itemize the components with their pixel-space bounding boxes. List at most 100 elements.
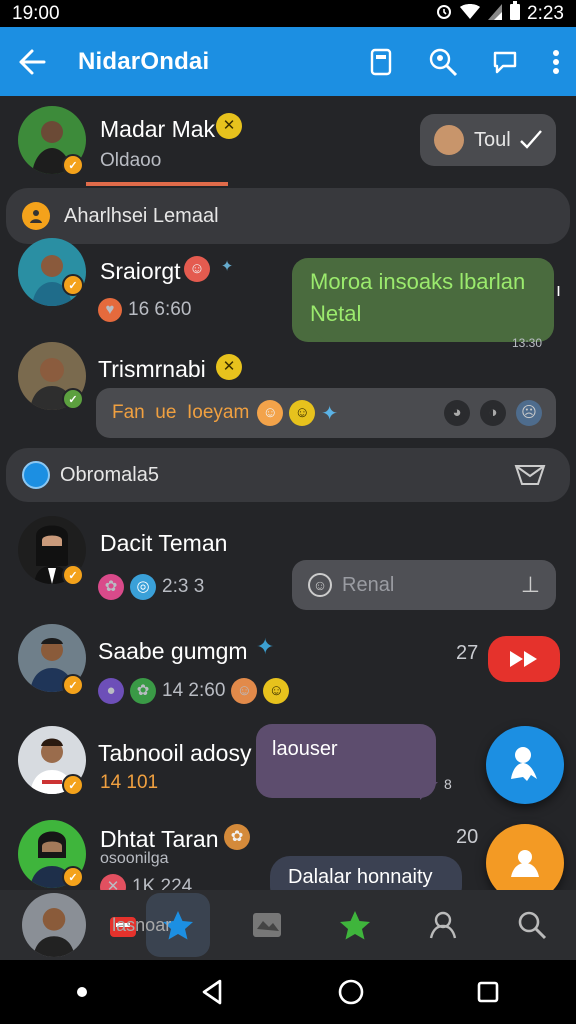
message-icon [252, 913, 281, 937]
section-label: Aharlhsei Lemaal [64, 204, 219, 227]
nav-home-icon[interactable] [338, 979, 364, 1005]
emoji-icon: ✦ [256, 634, 275, 659]
nav-back-icon[interactable] [200, 979, 224, 1005]
contact-sub: ✕ 1K 224 [100, 874, 192, 890]
input-text: Fan ue Ioeyam [112, 402, 250, 423]
contact-sub-text: 14 2:60 [162, 680, 226, 701]
contact-row[interactable]: ✓ Trismrnabi ✕ Fan ue Ioeyam ☺ ☺ ✦ ◕ ◑ ☹ [0, 338, 576, 448]
send-icon[interactable] [514, 462, 546, 488]
contact-name: Sraiorgt [100, 258, 181, 284]
emoji-icon: ◎ [130, 574, 156, 600]
person-icon [22, 202, 50, 230]
header-chip[interactable]: Toul [420, 114, 556, 166]
contact-sub-text: 1K 224 [132, 876, 193, 890]
contact-name: Madar Mak [100, 116, 216, 142]
group-icon [22, 461, 50, 489]
verified-badge: ✓ [62, 774, 84, 796]
emoji-icon: ✕ [216, 354, 242, 380]
verified-badge: ✓ [62, 154, 84, 176]
battery-icon [509, 0, 521, 27]
contact-name: Dhtat Taran [100, 826, 219, 852]
contact-name: Dacit Teman [100, 530, 228, 556]
message-bubble[interactable]: laouser [256, 724, 436, 798]
emoji-icon: ☺ [289, 400, 316, 426]
emoji-icon: ✕ [216, 113, 242, 139]
system-navigation [0, 960, 576, 1024]
wifi-icon [459, 2, 481, 26]
verified-badge: ✓ [62, 674, 84, 696]
message-input[interactable]: Fan ue Ioeyam ☺ ☺ ✦ ◕ ◑ ☹ [96, 388, 556, 438]
alarm-icon [435, 2, 453, 26]
contact-name: Trismrnabi [98, 356, 206, 382]
chip-avatar [434, 125, 464, 155]
contact-row[interactable]: ✓ Saabe gumgm ✦ ● ✿ 14 2:60 ☺ ☺ 27 [0, 618, 576, 722]
scroll-marker: ı [556, 280, 562, 300]
message-input[interactable]: ☺ Renal ⊥ [292, 560, 556, 610]
status-bar: 19:00 2:23 [0, 0, 576, 27]
star-icon [340, 911, 371, 940]
emoji-button[interactable]: ◑ [480, 400, 506, 426]
section-label: Obromala5 [60, 463, 159, 486]
emoji-button[interactable]: ☹ [516, 400, 542, 426]
verified-badge: ✓ [62, 866, 84, 888]
phone-button[interactable] [350, 27, 412, 96]
contact-sub: ● ✿ 14 2:60 ☺ ☺ [98, 678, 290, 704]
nav-starred[interactable] [323, 893, 387, 957]
video-play-button[interactable] [488, 636, 560, 682]
person-icon [430, 911, 457, 939]
message-bubble[interactable]: Dalalar honnaity [270, 856, 462, 890]
person-icon [511, 850, 539, 877]
emoji-icon: ● [98, 678, 124, 704]
message-bubble[interactable]: Moroa insoaks lbarlan Netal [292, 258, 554, 342]
edit-icon [519, 130, 542, 149]
emoji-button[interactable]: ◕ [444, 400, 470, 426]
more-options-button[interactable] [536, 27, 576, 96]
emoji-icon: ☺ [184, 256, 210, 282]
nav-recents-icon[interactable] [477, 981, 499, 1003]
verified-badge: ✓ [62, 388, 84, 410]
contact-sub: Oldaoo [100, 150, 162, 171]
contact-row[interactable]: ✓ Dacit Teman ✿ ◎ 2:3 3 ☺ Renal ⊥ [0, 506, 576, 618]
contact-sub: 14 101 [100, 772, 158, 794]
emoji-icon: ♥ [98, 298, 122, 322]
contact-name: Saabe gumgm [98, 638, 248, 664]
nav-search[interactable] [500, 893, 564, 957]
verified-badge: ✓ [62, 274, 84, 296]
bottom-navigation: lasnoar [0, 890, 576, 960]
add-contact-fab[interactable] [486, 726, 564, 804]
emoji-icon: ✿ [224, 824, 250, 850]
verified-badge: ✓ [62, 564, 84, 586]
nav-messages[interactable] [235, 893, 299, 957]
section-header[interactable]: Obromala5 [6, 448, 570, 502]
bubble-tail [420, 782, 438, 800]
sparkle-icon: ✦ [321, 402, 339, 425]
contact-name: Tabnooil adosy [98, 740, 252, 766]
contact-row[interactable]: ✓ Sraiorgt ☺ ✦ ♥ 16 6:60 Moroa insoaks l… [0, 238, 576, 350]
contact-sub: ♥ 16 6:60 [98, 298, 191, 322]
pin-icon[interactable]: ⊥ [521, 572, 540, 598]
search-people-button[interactable] [412, 27, 474, 96]
unread-count: 20 [456, 826, 479, 848]
emoji-icon: ☺ [263, 678, 290, 704]
section-header[interactable]: Aharlhsei Lemaal [6, 188, 570, 244]
more-vert-icon [553, 49, 559, 74]
fast-forward-icon [510, 651, 537, 667]
contact-sub-text: 2:3 3 [162, 576, 205, 597]
chat-button[interactable] [474, 27, 536, 96]
unread-indicator [86, 182, 228, 186]
smiley-icon[interactable]: ☺ [308, 573, 332, 597]
back-button[interactable] [0, 27, 64, 96]
nav-contacts[interactable] [411, 893, 475, 957]
contact-row[interactable]: ✓ Madar Mak ✕ Oldaoo Toul [0, 96, 576, 190]
status-time: 19:00 [12, 2, 60, 24]
emoji-icon: ✿ [98, 574, 124, 600]
emoji-icon: ☺ [257, 400, 284, 426]
emoji-icon: ✕ [100, 874, 126, 890]
message-time: 8 [444, 776, 452, 792]
avatar [18, 238, 86, 306]
avatar [22, 893, 87, 957]
chat-icon [493, 51, 517, 73]
input-placeholder: Renal [342, 573, 395, 596]
nav-profile[interactable]: lasnoar [12, 893, 171, 957]
unread-count: 27 [456, 642, 479, 664]
